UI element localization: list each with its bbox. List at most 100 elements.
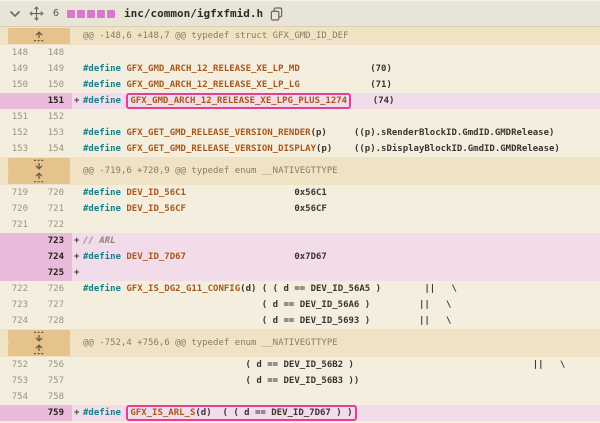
line-marker [74,45,83,61]
code-line: #define GFX_GET_GMD_RELEASE_VERSION_DISP… [72,141,600,157]
old-line-number[interactable]: 724 [0,313,36,329]
new-line-number[interactable]: 153 [36,125,72,141]
code-line [72,217,600,233]
new-line-number[interactable]: 757 [36,373,72,389]
diff-row: 752756 ( d == DEV_ID_56B2 ) || \ [0,357,600,373]
new-line-number[interactable]: 725 [36,265,72,281]
hunk-expander-cell [0,157,72,185]
code-segment: DEV_ID_56C1 [126,188,186,198]
diff-stat-square [67,10,75,18]
code-segment: GFX_IS_DG2_G11_CONFIG [126,284,240,294]
new-line-number[interactable]: 722 [36,217,72,233]
code-segment: #define [83,80,126,90]
line-marker [74,357,83,373]
line-marker: + [74,233,83,249]
code-segment: DEV_ID_7D67 [126,252,186,262]
highlight-box: GFX_IS_ARL_S(d) ( ( d == DEV_ID_7D67 ) ) [126,405,356,421]
hunk-expander-cell [0,329,72,357]
old-line-number[interactable]: 722 [0,281,36,297]
code-line [72,389,600,405]
diff-stat-square [107,10,115,18]
hunk-header: @@ -752,4 +756,6 @@ typedef enum __NATIV… [0,329,600,357]
line-marker [74,109,83,125]
code-segment: GFX_GET_GMD_RELEASE_VERSION_RENDER [126,128,310,138]
old-line-number[interactable]: 151 [0,109,36,125]
code-segment: #define [83,128,126,138]
code-segment: ( d == DEV_ID_56A6 ) || \ [83,300,451,310]
new-line-number[interactable]: 728 [36,313,72,329]
hunk-header-text: @@ -148,6 +148,7 @@ typedef struct GFX_G… [72,27,349,45]
collapse-chevron-icon[interactable] [9,10,21,18]
diff-row: 724728 ( d == DEV_ID_5693 ) || \ [0,313,600,329]
code-segment: #define [83,144,126,154]
code-segment: 0x56CF [186,204,327,214]
hunk-header: @@ -148,6 +148,7 @@ typedef struct GFX_G… [0,27,600,45]
diff-row: 722726 #define GFX_IS_DG2_G11_CONFIG(d) … [0,281,600,297]
diff-row: 725+ [0,265,600,281]
code-line: +#define GFX_GMD_ARCH_12_RELEASE_XE_LPG_… [72,93,600,109]
diff-row: 753757 ( d == DEV_ID_56B3 )) [0,373,600,389]
new-line-number[interactable]: 152 [36,109,72,125]
new-line-number[interactable]: 150 [36,77,72,93]
drag-handle-icon[interactable] [29,6,44,21]
new-line-number[interactable]: 148 [36,45,72,61]
old-line-number[interactable]: 723 [0,297,36,313]
new-line-number[interactable]: 720 [36,185,72,201]
old-line-number[interactable] [0,249,36,265]
old-line-number[interactable]: 152 [0,125,36,141]
new-line-number[interactable]: 149 [36,61,72,77]
code-segment: #define [83,64,126,74]
old-line-number[interactable]: 752 [0,357,36,373]
code-line: #define GFX_GMD_ARCH_12_RELEASE_XE_LP_MD… [72,61,600,77]
code-segment: DEV_ID_56CF [126,204,186,214]
new-line-number[interactable]: 756 [36,357,72,373]
code-line: + [72,265,600,281]
code-line: #define GFX_GET_GMD_RELEASE_VERSION_REND… [72,125,600,141]
old-line-number[interactable] [0,93,36,109]
new-line-number[interactable]: 154 [36,141,72,157]
diff-stat-squares [67,10,115,18]
old-line-number[interactable]: 148 [0,45,36,61]
old-line-number[interactable]: 149 [0,61,36,77]
expand-down-button[interactable] [8,330,70,343]
old-line-number[interactable]: 753 [0,373,36,389]
highlight-box: GFX_GMD_ARCH_12_RELEASE_XE_LPG_PLUS_1274 [126,93,351,109]
old-line-number[interactable] [0,265,36,281]
new-line-number[interactable]: 723 [36,233,72,249]
expand-down-button[interactable] [8,158,70,171]
line-marker [74,297,83,313]
diff-row: 152153 #define GFX_GET_GMD_RELEASE_VERSI… [0,125,600,141]
line-marker [74,373,83,389]
old-line-number[interactable]: 150 [0,77,36,93]
new-line-number[interactable]: 724 [36,249,72,265]
new-line-number[interactable]: 151 [36,93,72,109]
old-line-number[interactable] [0,405,36,421]
code-segment: #define [83,204,126,214]
old-line-number[interactable]: 721 [0,217,36,233]
new-line-number[interactable]: 727 [36,297,72,313]
file-path[interactable]: inc/common/igfxfmid.h [124,7,263,20]
code-segment: #define [83,408,126,418]
diff-row: 153154 #define GFX_GET_GMD_RELEASE_VERSI… [0,141,600,157]
expand-up-button[interactable] [8,171,70,184]
expand-up-button[interactable] [8,343,70,356]
expand-up-button[interactable] [8,28,70,44]
old-line-number[interactable]: 153 [0,141,36,157]
old-line-number[interactable]: 754 [0,389,36,405]
old-line-number[interactable] [0,233,36,249]
new-line-number[interactable]: 758 [36,389,72,405]
diff-row: 759+#define GFX_IS_ARL_S(d) ( ( d == DEV… [0,405,600,421]
old-line-number[interactable]: 719 [0,185,36,201]
copy-path-icon[interactable] [270,7,283,21]
new-line-number[interactable]: 721 [36,201,72,217]
diff-file-header: 6 inc/common/igfxfmid.h [0,0,600,27]
code-line [72,109,600,125]
new-line-number[interactable]: 759 [36,405,72,421]
code-segment: #define [83,284,126,294]
code-segment: GFX_GMD_ARCH_12_RELEASE_XE_LP_MD [126,64,299,74]
diff-row: 151+#define GFX_GMD_ARCH_12_RELEASE_XE_L… [0,93,600,109]
diff-body: @@ -148,6 +148,7 @@ typedef struct GFX_G… [0,27,600,421]
new-line-number[interactable]: 726 [36,281,72,297]
old-line-number[interactable]: 720 [0,201,36,217]
line-marker [74,389,83,405]
